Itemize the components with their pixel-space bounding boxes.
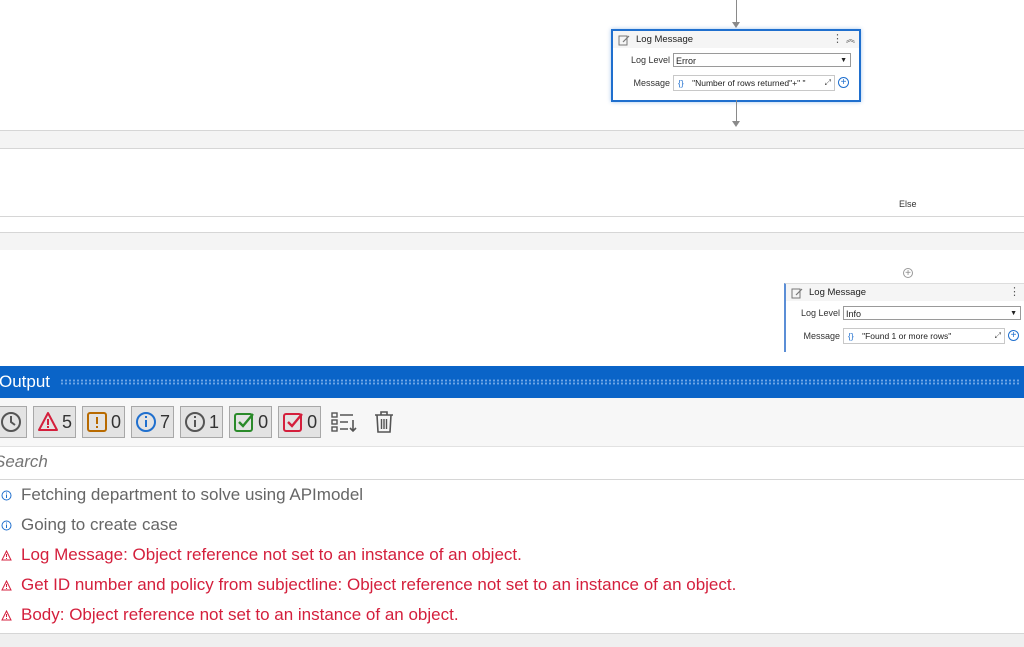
warning-icon [1, 549, 13, 561]
log-message-activity-info[interactable]: Log Message ⋮ Log Level Info ▼ Message {… [784, 283, 1024, 352]
filter-info-button[interactable]: 7 [131, 406, 175, 438]
output-log-list: Fetching department to solve using APImo… [0, 480, 1024, 630]
expression-brace-icon: {} [848, 330, 854, 341]
panel-drag-grip[interactable] [60, 379, 1020, 385]
sequence-band [0, 131, 1024, 148]
list-item[interactable]: Log Message: Object reference not set to… [0, 540, 1024, 570]
failed-check-icon [283, 413, 303, 432]
log-entry-text: Get ID number and policy from subjectlin… [21, 575, 737, 594]
expand-editor-icon[interactable]: ⤢ [995, 329, 1001, 343]
workflow-designer-canvas[interactable]: Log Message ⋮ ︽ Log Level Error ▼ Messag… [0, 0, 1024, 366]
more-options-icon[interactable]: ⋮ [832, 32, 843, 45]
activity-header[interactable]: Log Message ⋮ ︽ [613, 31, 859, 48]
info-icon [136, 412, 157, 432]
list-item[interactable]: Going to create case [0, 510, 1024, 540]
connector-line [736, 0, 737, 24]
log-level-select[interactable]: Info ▼ [843, 305, 1021, 320]
connector-line [736, 100, 737, 122]
filter-errors-button[interactable]: 0 [82, 406, 126, 438]
add-activity-icon[interactable]: + [903, 268, 913, 279]
dropdown-arrow-icon: ▼ [1010, 309, 1017, 317]
log-entry-text: Going to create case [21, 515, 178, 534]
warning-icon [1, 609, 13, 621]
info-count: 7 [160, 411, 171, 432]
output-panel-titlebar[interactable]: Output [0, 366, 1024, 398]
failed-count: 0 [307, 411, 318, 432]
list-item[interactable]: Get ID number and policy from subjectlin… [0, 570, 1024, 600]
errors-count: 0 [111, 411, 122, 432]
sort-filter-button[interactable] [331, 410, 359, 434]
list-item[interactable]: Fetching department to solve using APImo… [0, 480, 1024, 510]
warning-icon [38, 412, 58, 431]
list-item[interactable]: Body: Object reference not set to an ins… [0, 600, 1024, 630]
message-input[interactable]: {} "Number of rows returned"+" " ⤢ [673, 74, 835, 91]
info-icon [1, 520, 13, 531]
connector-arrow [732, 121, 740, 127]
output-search-row [0, 447, 1024, 480]
trace-icon [185, 412, 206, 432]
list-sort-icon [331, 412, 357, 433]
filter-trace-button[interactable]: 1 [180, 406, 224, 438]
timestamps-toggle[interactable] [0, 406, 27, 438]
clock-icon [1, 412, 21, 432]
message-input[interactable]: {} "Found 1 or more rows" ⤢ [843, 327, 1005, 344]
message-value: "Number of rows returned"+" " [692, 77, 806, 88]
success-check-icon [234, 413, 254, 432]
output-toolbar: 5 0 7 1 0 0 [0, 398, 1024, 447]
log-level-label: Log Level [630, 54, 670, 65]
log-message-icon [618, 35, 630, 45]
message-label: Message [633, 77, 670, 88]
log-message-activity-error[interactable]: Log Message ⋮ ︽ Log Level Error ▼ Messag… [611, 29, 861, 102]
success-count: 0 [258, 411, 269, 432]
more-options-icon[interactable]: ⋮ [1009, 285, 1020, 298]
add-variable-button[interactable]: + [838, 77, 849, 88]
log-entry-text: Body: Object reference not set to an ins… [21, 605, 459, 624]
trash-icon [375, 411, 394, 433]
expression-brace-icon: {} [678, 77, 684, 88]
sequence-band [0, 233, 1024, 250]
log-entry-text: Log Message: Object reference not set to… [21, 545, 522, 564]
info-icon [1, 490, 13, 501]
else-branch-label: Else [899, 199, 917, 209]
divider [0, 148, 1024, 149]
log-level-value: Info [846, 308, 862, 319]
message-label: Message [803, 330, 840, 341]
dropdown-arrow-icon: ▼ [840, 56, 847, 64]
warnings-count: 5 [62, 411, 73, 432]
activity-title: Log Message [809, 287, 867, 298]
log-entry-text: Fetching department to solve using APImo… [21, 485, 364, 504]
message-value: "Found 1 or more rows" [862, 330, 952, 341]
output-bottom-scrollbar[interactable] [0, 633, 1024, 647]
search-input[interactable] [0, 447, 994, 477]
log-message-icon [791, 288, 803, 298]
exclamation-box-icon [87, 412, 108, 432]
activity-header[interactable]: Log Message ⋮ [786, 284, 1024, 301]
clear-output-button[interactable] [373, 410, 395, 434]
sequence-band [0, 217, 1024, 232]
output-panel-title: Output [0, 372, 51, 391]
log-level-label: Log Level [800, 307, 840, 318]
expand-editor-icon[interactable]: ⤢ [825, 76, 831, 90]
log-level-select[interactable]: Error ▼ [673, 52, 851, 67]
filter-warnings-button[interactable]: 5 [33, 406, 77, 438]
trace-count: 1 [209, 411, 220, 432]
activity-title: Log Message [636, 34, 694, 45]
add-variable-button[interactable]: + [1008, 330, 1019, 341]
connector-arrow [732, 22, 740, 28]
filter-failed-button[interactable]: 0 [278, 406, 322, 438]
log-level-value: Error [676, 55, 696, 66]
warning-icon [1, 579, 13, 591]
filter-success-button[interactable]: 0 [229, 406, 273, 438]
collapse-icon[interactable]: ︽ [846, 32, 855, 45]
